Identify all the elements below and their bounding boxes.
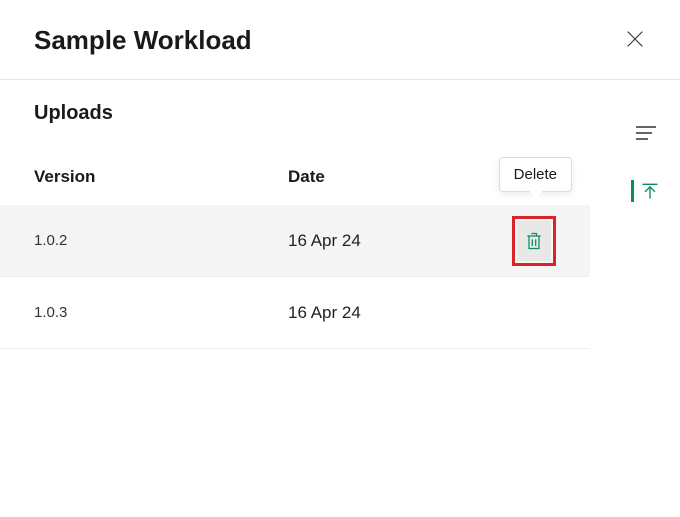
menu-icon: [636, 126, 656, 140]
cell-version: 1.0.2: [34, 232, 288, 249]
menu-button[interactable]: [632, 122, 660, 147]
section-title: Uploads: [34, 102, 113, 125]
cell-version: 1.0.3: [34, 304, 288, 321]
delete-button[interactable]: [517, 221, 551, 261]
panel-header: Sample Workload: [0, 0, 680, 80]
indicator-bar: [631, 180, 634, 202]
section-header: Uploads: [0, 80, 680, 135]
column-version: Version: [34, 167, 288, 187]
delete-highlight: [512, 216, 556, 266]
table-row[interactable]: 1.0.3 16 Apr 24: [0, 277, 590, 349]
upload-icon: [640, 181, 660, 201]
cell-date: 16 Apr 24: [288, 303, 478, 323]
cell-date: 16 Apr 24: [288, 231, 478, 251]
table-row[interactable]: 1.0.2 16 Apr 24 Delete: [0, 205, 590, 277]
upload-indicator[interactable]: [631, 180, 660, 202]
close-icon: [624, 28, 646, 50]
column-date: Date: [288, 167, 325, 187]
delete-tooltip: Delete: [499, 157, 572, 192]
trash-icon: [524, 230, 544, 252]
close-button[interactable]: [620, 24, 650, 57]
uploads-table: Version Date 1.0.2 16 Apr 24 Delete 1.0.…: [0, 135, 590, 349]
panel-title: Sample Workload: [34, 25, 252, 56]
